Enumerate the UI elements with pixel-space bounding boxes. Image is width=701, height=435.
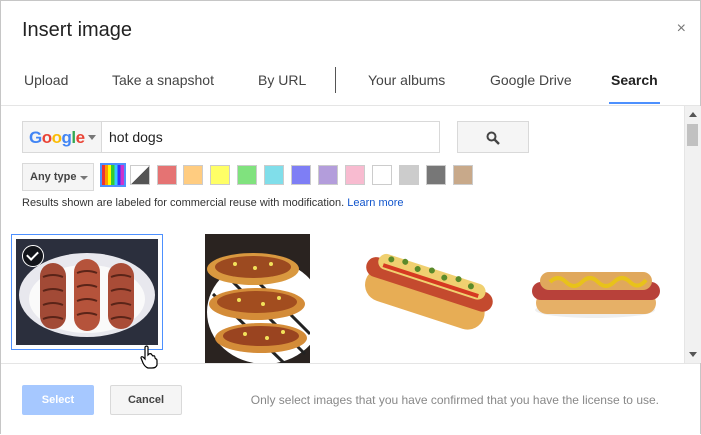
color-filter-teal[interactable] (264, 165, 284, 185)
search-input[interactable] (109, 122, 429, 152)
scrollbar-thumb[interactable] (687, 124, 698, 146)
logo-letter: o (51, 128, 62, 147)
image-result[interactable] (205, 234, 310, 364)
active-tab-indicator (609, 102, 660, 104)
tab-search[interactable]: Search (611, 72, 658, 88)
tab-by-url[interactable]: By URL (258, 72, 306, 88)
color-filter-dark-gray[interactable] (426, 165, 446, 185)
search-bar: Google (22, 121, 440, 153)
logo-letter: o (41, 128, 52, 147)
color-filter-red[interactable] (157, 165, 177, 185)
color-filter-full-color[interactable] (100, 163, 126, 187)
learn-more-link[interactable]: Learn more (347, 197, 403, 209)
tab-google-drive[interactable]: Google Drive (490, 72, 572, 88)
logo-letter: g (61, 128, 72, 147)
tab-upload[interactable]: Upload (24, 72, 68, 88)
result-image-hot-dog-relish (357, 234, 497, 350)
search-button[interactable] (457, 121, 529, 153)
color-filter-white[interactable] (372, 165, 392, 185)
google-logo: Google (29, 128, 85, 148)
search-engine-dropdown[interactable]: Google (23, 122, 102, 152)
image-type-label: Any type (30, 171, 77, 183)
license-text: Results shown are labeled for commercial… (22, 197, 345, 209)
tab-divider (335, 67, 336, 93)
image-type-dropdown[interactable]: Any type (22, 163, 94, 191)
color-filter-brown[interactable] (453, 165, 473, 185)
chevron-down-icon (88, 135, 96, 140)
color-filter-purple[interactable] (318, 165, 338, 185)
color-filter-green[interactable] (237, 165, 257, 185)
results-scrollbar[interactable] (684, 106, 701, 363)
checkmark-icon (22, 245, 44, 267)
result-image-hot-dog-mustard (528, 234, 662, 350)
tab-your-albums[interactable]: Your albums (368, 72, 445, 88)
insert-image-dialog: Insert image × Upload Take a snapshot By… (0, 0, 701, 435)
result-image-chili-dogs (205, 234, 310, 364)
image-result[interactable] (528, 234, 662, 350)
color-filter-gray[interactable] (399, 165, 419, 185)
color-filter-blue[interactable] (291, 165, 311, 185)
logo-letter: G (29, 128, 42, 147)
cancel-button[interactable]: Cancel (110, 385, 182, 415)
select-button[interactable]: Select (22, 385, 94, 415)
color-filter-orange[interactable] (183, 165, 203, 185)
search-panel: Google Any type (1, 105, 700, 364)
dialog-title: Insert image (22, 19, 133, 41)
color-filter-pink[interactable] (345, 165, 365, 185)
color-filter-yellow[interactable] (210, 165, 230, 185)
license-notice: Results shown are labeled for commercial… (22, 197, 404, 209)
search-icon (486, 131, 500, 145)
color-filter-black-and-white[interactable] (130, 165, 150, 185)
logo-letter: e (75, 128, 85, 147)
license-warning: Only select images that you have confirm… (250, 393, 659, 407)
image-result-selected[interactable] (11, 234, 163, 350)
tab-take-snapshot[interactable]: Take a snapshot (112, 72, 214, 88)
scroll-up-icon[interactable] (689, 112, 697, 117)
scroll-down-icon[interactable] (689, 352, 697, 357)
image-result[interactable] (357, 234, 497, 350)
hand-cursor-icon (140, 345, 158, 369)
chevron-down-icon (80, 176, 88, 180)
close-icon[interactable]: × (677, 21, 686, 37)
dialog-footer: Select Cancel Only select images that yo… (1, 363, 700, 435)
tab-bar: Upload Take a snapshot By URL Your album… (1, 67, 700, 105)
